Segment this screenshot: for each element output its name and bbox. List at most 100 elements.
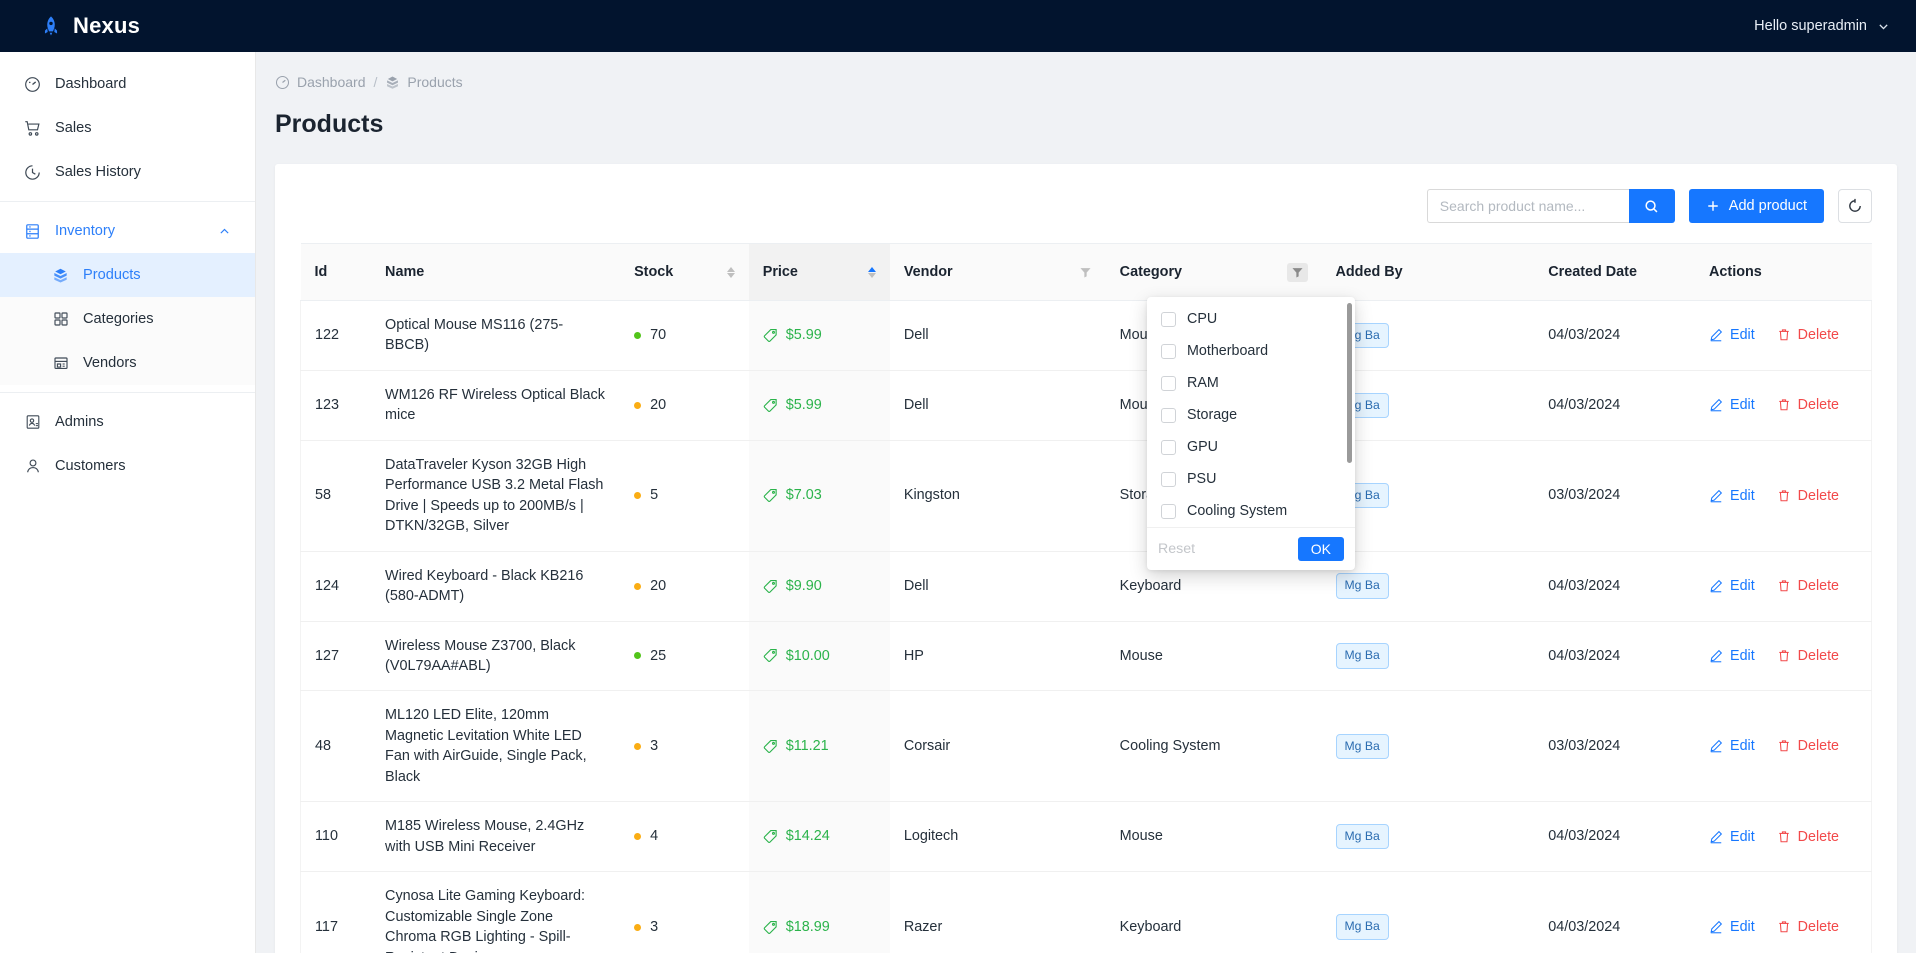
sidebar-item-sales[interactable]: Sales	[0, 106, 255, 150]
stock-level-dot	[634, 652, 642, 660]
trash-icon	[1777, 649, 1791, 663]
delete-button[interactable]: Delete	[1777, 827, 1839, 847]
breadcrumb-products[interactable]: Products	[385, 74, 463, 90]
column-header-price[interactable]: Price	[748, 243, 890, 301]
filter-toggle-vendor[interactable]	[1079, 266, 1092, 279]
cell-created-date: 04/03/2024	[1534, 621, 1696, 692]
edit-button[interactable]: Edit	[1709, 325, 1755, 345]
shopping-cart-icon	[24, 120, 41, 137]
add-product-button[interactable]: Add product	[1688, 189, 1824, 223]
sidebar-item-admins[interactable]: Admins	[0, 400, 255, 444]
checkbox-icon[interactable]	[1161, 503, 1176, 519]
sidebar-item-label: Admins	[55, 414, 104, 430]
column-label: Vendor	[903, 264, 953, 280]
edit-button[interactable]: Edit	[1709, 576, 1755, 596]
reload-button[interactable]	[1838, 189, 1872, 223]
filter-scrollbar[interactable]	[1347, 303, 1352, 463]
search-icon	[1644, 199, 1659, 214]
column-header-created-date[interactable]: Created Date	[1534, 243, 1696, 301]
filter-option[interactable]: PSU	[1147, 463, 1355, 495]
stock-level-dot	[634, 923, 642, 931]
edit-label: Edit	[1730, 738, 1755, 755]
delete-button[interactable]: Delete	[1777, 576, 1839, 596]
column-header-stock[interactable]: Stock	[620, 243, 749, 301]
search-input[interactable]	[1426, 189, 1629, 223]
filter-option[interactable]: RAM	[1147, 367, 1355, 399]
column-header-vendor[interactable]: Vendor	[889, 243, 1106, 301]
breadcrumb-dashboard[interactable]: Dashboard	[275, 74, 366, 90]
checkbox-icon[interactable]	[1161, 439, 1176, 455]
delete-button[interactable]: Delete	[1777, 736, 1839, 756]
column-label: Category	[1119, 264, 1183, 280]
cell-vendor: HP	[889, 621, 1106, 692]
trash-icon	[1777, 328, 1791, 342]
filter-option[interactable]: Storage	[1147, 399, 1355, 431]
user-greeting-label: Hello superadmin	[1754, 18, 1867, 34]
cell-actions: Edit Delete	[1695, 551, 1873, 622]
delete-label: Delete	[1797, 828, 1839, 845]
column-label: Added By	[1335, 264, 1403, 280]
sidebar-item-customers[interactable]: Customers	[0, 444, 255, 488]
delete-button[interactable]: Delete	[1777, 325, 1839, 345]
breadcrumb-products-label: Products	[407, 74, 463, 90]
column-label: Price	[762, 264, 798, 280]
edit-button[interactable]: Edit	[1709, 395, 1755, 415]
delete-button[interactable]: Delete	[1777, 646, 1839, 666]
sidebar-item-categories[interactable]: Categories	[0, 297, 255, 341]
column-header-id[interactable]: Id	[300, 243, 372, 301]
sidebar-item-products[interactable]: Products	[0, 253, 255, 297]
main-content: Dashboard / Products Products Search pro…	[256, 52, 1916, 953]
category-filter-dropdown[interactable]: CPU Motherboard RAM Storage GPU PSU Cooling Sy…	[1147, 297, 1355, 570]
sidebar-item-dashboard[interactable]: Dashboard	[0, 62, 255, 106]
sort-toggle-stock[interactable]	[726, 266, 735, 278]
edit-button[interactable]: Edit	[1709, 736, 1755, 756]
pencil-icon	[1709, 920, 1723, 934]
price-tag-icon	[763, 488, 778, 503]
price-tag-icon	[763, 579, 778, 594]
search-button[interactable]	[1628, 189, 1675, 223]
sort-toggle-price[interactable]	[867, 266, 876, 278]
delete-button[interactable]: Delete	[1777, 917, 1839, 937]
delete-button[interactable]: Delete	[1777, 395, 1839, 415]
category-filter-options[interactable]: CPU Motherboard RAM Storage GPU PSU Cooling Sy…	[1147, 297, 1355, 527]
sidebar-item-vendors[interactable]: Vendors	[0, 341, 255, 385]
column-header-added-by[interactable]: Added By	[1321, 243, 1535, 301]
filter-toggle-category[interactable]	[1286, 262, 1308, 282]
cell-name: ML120 LED Elite, 120mm Magnetic Levitati…	[371, 690, 621, 803]
checkbox-icon[interactable]	[1161, 311, 1176, 327]
checkbox-icon[interactable]	[1161, 407, 1176, 423]
filter-option[interactable]: CPU	[1147, 303, 1355, 335]
sidebar-item-label: Dashboard	[55, 76, 127, 92]
filter-reset-button[interactable]: Reset	[1158, 541, 1195, 557]
edit-button[interactable]: Edit	[1709, 917, 1755, 937]
delete-button[interactable]: Delete	[1777, 486, 1839, 506]
price-tag-icon	[763, 739, 778, 754]
checkbox-icon[interactable]	[1161, 375, 1176, 391]
cell-actions: Edit Delete	[1695, 690, 1873, 803]
column-header-category[interactable]: Category	[1105, 243, 1322, 301]
sidebar-divider-bottom	[0, 392, 255, 393]
cell-vendor: Kingston	[889, 440, 1106, 552]
checkbox-icon[interactable]	[1161, 343, 1176, 359]
filter-option[interactable]: Cooling System	[1147, 495, 1355, 527]
user-menu-button[interactable]: Hello superadmin	[1754, 18, 1890, 34]
stock-level-dot	[634, 742, 642, 750]
filter-ok-button[interactable]: OK	[1297, 537, 1344, 561]
column-header-name[interactable]: Name	[371, 243, 621, 301]
edit-button[interactable]: Edit	[1709, 646, 1755, 666]
table-header-row: Id Name Stock Price Vendor Category Adde…	[300, 243, 1872, 301]
filter-option[interactable]: Motherboard	[1147, 335, 1355, 367]
checkbox-icon[interactable]	[1161, 471, 1176, 487]
cell-created-date: 04/03/2024	[1534, 300, 1696, 371]
sidebar-group-inventory[interactable]: Inventory	[0, 209, 255, 253]
filter-option[interactable]: GPU	[1147, 431, 1355, 463]
cell-added-by: Mg Ba	[1321, 621, 1535, 692]
trash-icon	[1777, 579, 1791, 593]
edit-button[interactable]: Edit	[1709, 827, 1755, 847]
edit-label: Edit	[1730, 577, 1755, 594]
brand-logo[interactable]: Nexus	[40, 13, 140, 39]
sidebar-item-sales-history[interactable]: Sales History	[0, 150, 255, 194]
chevron-up-icon[interactable]	[218, 225, 231, 238]
edit-button[interactable]: Edit	[1709, 486, 1755, 506]
brand-name: Nexus	[73, 13, 141, 38]
